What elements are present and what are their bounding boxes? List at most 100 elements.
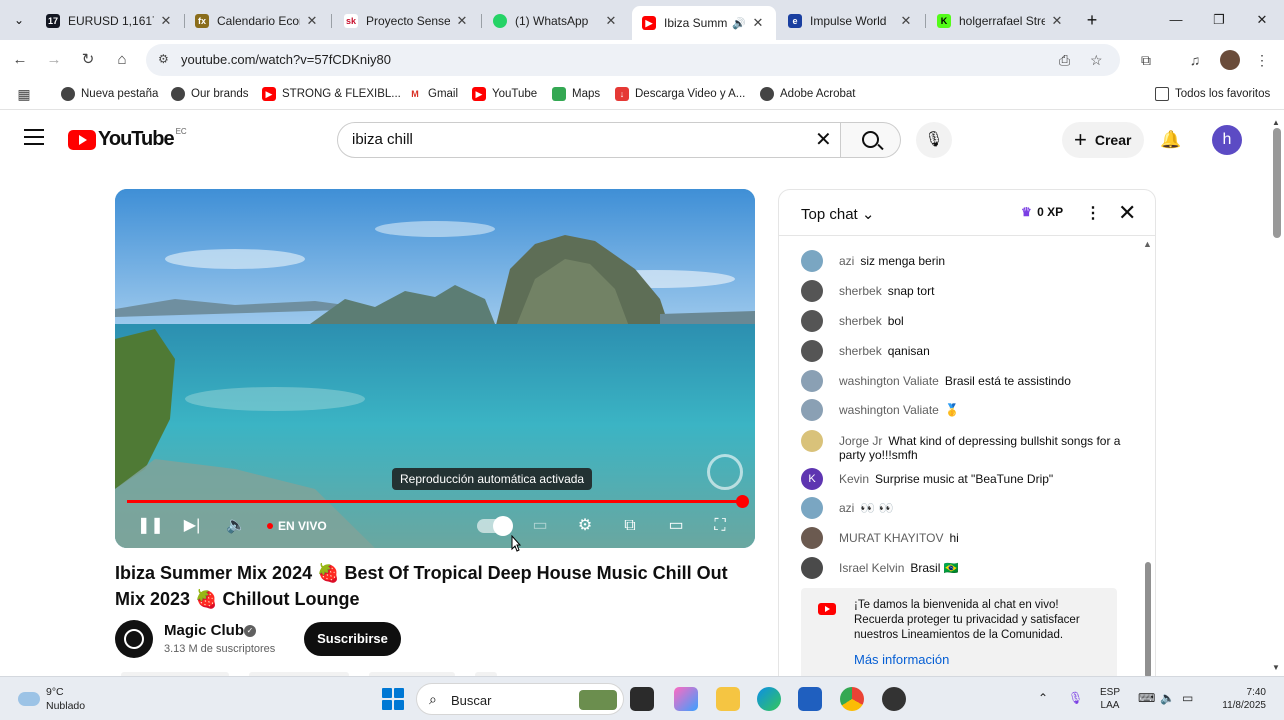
subtitles-icon[interactable]: ▭ — [529, 515, 551, 537]
close-icon[interactable]: ✕ — [750, 15, 766, 31]
microphone-icon[interactable]: 🎙 — [1068, 691, 1083, 705]
tab-ibiza-summer[interactable]: ▶ Ibiza Summ 🔊 ✕ — [632, 6, 776, 40]
video-player[interactable]: Reproducción automática activada ❚❚ ▶| 🔈… — [115, 189, 755, 548]
chat-author-avatar[interactable]: K — [801, 468, 823, 490]
tab-search-chevron-icon[interactable]: ⌄ — [10, 11, 28, 29]
bookmark-our-brands[interactable]: Our brands — [171, 87, 249, 101]
voice-search-mic-icon[interactable]: 🎙 — [916, 122, 952, 158]
bookmark-gmail[interactable]: M Gmail — [408, 87, 458, 101]
chat-message[interactable]: sherbek qanisan — [801, 340, 1121, 362]
search-button[interactable] — [841, 122, 901, 158]
bookmark-maps[interactable]: Maps — [552, 87, 600, 101]
close-icon[interactable]: ✕ — [158, 13, 174, 29]
address-bar[interactable]: ⚙ youtube.com/watch?v=57fCDKniy80 ⎙ ☆ — [146, 44, 1120, 76]
chat-message[interactable]: azi 👀 👀 — [801, 497, 1121, 519]
close-icon[interactable]: ✕ — [603, 13, 619, 29]
channel-name[interactable]: Magic Club — [164, 622, 244, 639]
microsoft-store-icon[interactable] — [798, 687, 822, 711]
chat-author-name[interactable]: Israel Kelvin — [839, 561, 904, 575]
search-input[interactable] — [352, 131, 792, 148]
tab-calendario[interactable]: fx Calendario Econ ✕ — [185, 7, 330, 34]
edge-browser-icon[interactable] — [757, 687, 781, 711]
back-arrow-icon[interactable]: ← — [10, 50, 30, 70]
chat-author-name[interactable]: sherbek — [839, 314, 882, 328]
language-indicator[interactable]: ESP LAA — [1100, 686, 1120, 712]
chat-author-avatar[interactable] — [801, 250, 823, 272]
clear-search-icon[interactable]: ✕ — [815, 130, 832, 150]
speaker-icon[interactable]: 🔊 — [732, 17, 746, 30]
taskbar-search[interactable]: ⌕ Buscar — [416, 683, 624, 715]
chat-author-name[interactable]: washington Valiate — [839, 403, 939, 417]
tab-kick[interactable]: K holgerrafael Stre ✕ — [927, 7, 1075, 34]
minimize-icon[interactable]: — — [1166, 10, 1186, 30]
file-explorer-icon[interactable] — [716, 687, 740, 711]
forward-arrow-icon[interactable]: → — [44, 50, 64, 70]
more-options-icon[interactable]: ⋮ — [1085, 203, 1101, 223]
close-icon[interactable]: ✕ — [304, 13, 320, 29]
battery-icon[interactable]: ▭ — [1182, 691, 1193, 705]
profile-avatar[interactable] — [1220, 50, 1240, 70]
chat-message[interactable]: sherbek bol — [801, 310, 1121, 332]
kebab-menu-icon[interactable]: ⋮ — [1252, 50, 1272, 70]
chat-author-name[interactable]: MURAT KHAYITOV — [839, 531, 943, 545]
weather-widget[interactable]: 9°C Nublado — [18, 685, 85, 713]
chat-author-avatar[interactable] — [801, 399, 823, 421]
chat-author-name[interactable]: Jorge Jr — [839, 434, 882, 448]
top-chat-dropdown[interactable]: Top chat ⌄ — [801, 205, 874, 223]
channel-avatar[interactable] — [115, 620, 153, 658]
scroll-up-arrow-icon[interactable]: ▲ — [1272, 118, 1280, 127]
chat-author-avatar[interactable] — [801, 557, 823, 579]
chat-author-avatar[interactable] — [801, 310, 823, 332]
page-scrollbar[interactable]: ▲ ▼ — [1270, 118, 1284, 676]
xp-badge[interactable]: ♛ 0 XP — [1021, 205, 1063, 219]
scrollbar-thumb[interactable] — [1273, 128, 1281, 238]
extensions-icon[interactable]: ⧉ — [1136, 50, 1156, 70]
network-icon[interactable]: ⌨ — [1138, 691, 1155, 705]
bookmark-strong-flexible[interactable]: ▶ STRONG & FLEXIBL... — [262, 87, 401, 101]
chat-message[interactable]: azi siz menga berin — [801, 250, 1121, 272]
youtube-logo[interactable]: YouTube EC — [68, 127, 187, 151]
chat-author-avatar[interactable] — [801, 497, 823, 519]
chat-message[interactable]: Israel Kelvin Brasil 🇧🇷 — [801, 557, 1121, 579]
tab-eurusd[interactable]: 17 EURUSD 1,1617 ✕ — [36, 7, 184, 34]
restore-icon[interactable]: ❐ — [1209, 10, 1229, 30]
channel-watermark-icon[interactable] — [707, 454, 743, 490]
chat-author-avatar[interactable] — [801, 370, 823, 392]
chat-author-avatar[interactable] — [801, 430, 823, 452]
media-controls-icon[interactable]: ♫ — [1185, 50, 1205, 70]
chat-author-name[interactable]: sherbek — [839, 284, 882, 298]
bookmark-star-icon[interactable]: ☆ — [1090, 52, 1103, 69]
miniplayer-icon[interactable]: ⧉ — [619, 515, 641, 537]
task-view-icon[interactable] — [630, 687, 654, 711]
theater-mode-icon[interactable]: ▭ — [664, 515, 688, 537]
progress-bar[interactable] — [127, 495, 749, 508]
account-avatar[interactable]: h — [1212, 125, 1242, 155]
fullscreen-icon[interactable]: ⛶ — [709, 515, 731, 537]
scrubber-handle[interactable] — [736, 495, 749, 508]
chat-message[interactable]: K Kevin Surprise music at "BeaTune Drip" — [801, 468, 1121, 490]
bookmark-adobe-acrobat[interactable]: Adobe Acrobat — [760, 87, 855, 101]
volume-icon[interactable]: 🔈 — [225, 515, 247, 537]
chat-author-name[interactable]: washington Valiate — [839, 374, 939, 388]
create-button[interactable]: + Crear — [1062, 122, 1144, 158]
tab-impulse-world[interactable]: e Impulse World ✕ — [778, 7, 924, 34]
close-icon[interactable]: ✕ — [454, 13, 470, 29]
bookmark-descarga-video[interactable]: ↓ Descarga Video y A... — [615, 87, 745, 101]
chat-author-name[interactable]: Kevin — [839, 472, 869, 486]
chrome-icon[interactable] — [840, 687, 864, 711]
tab-whatsapp[interactable]: (1) WhatsApp ✕ — [483, 7, 629, 34]
close-icon[interactable]: ✕ — [898, 13, 914, 29]
windows-start-icon[interactable] — [382, 688, 404, 710]
volume-icon[interactable]: 🔈 — [1160, 691, 1175, 705]
scroll-up-arrow-icon[interactable]: ▲ — [1143, 239, 1152, 249]
new-tab-plus-icon[interactable]: + — [1083, 10, 1101, 30]
autoplay-toggle[interactable] — [477, 516, 513, 536]
hamburger-menu-icon[interactable] — [24, 129, 44, 147]
apps-grid-icon[interactable]: ▦ — [14, 84, 34, 104]
more-info-link[interactable]: Más información — [854, 652, 949, 667]
bookmark-nueva-pestana[interactable]: Nueva pestaña — [61, 87, 158, 101]
chrome-profile-icon[interactable] — [882, 687, 906, 711]
tab-proyecto-sensei[interactable]: sk Proyecto Sensei ✕ — [334, 7, 480, 34]
chat-message[interactable]: sherbek snap tort — [801, 280, 1121, 302]
close-icon[interactable]: ✕ — [1049, 13, 1065, 29]
